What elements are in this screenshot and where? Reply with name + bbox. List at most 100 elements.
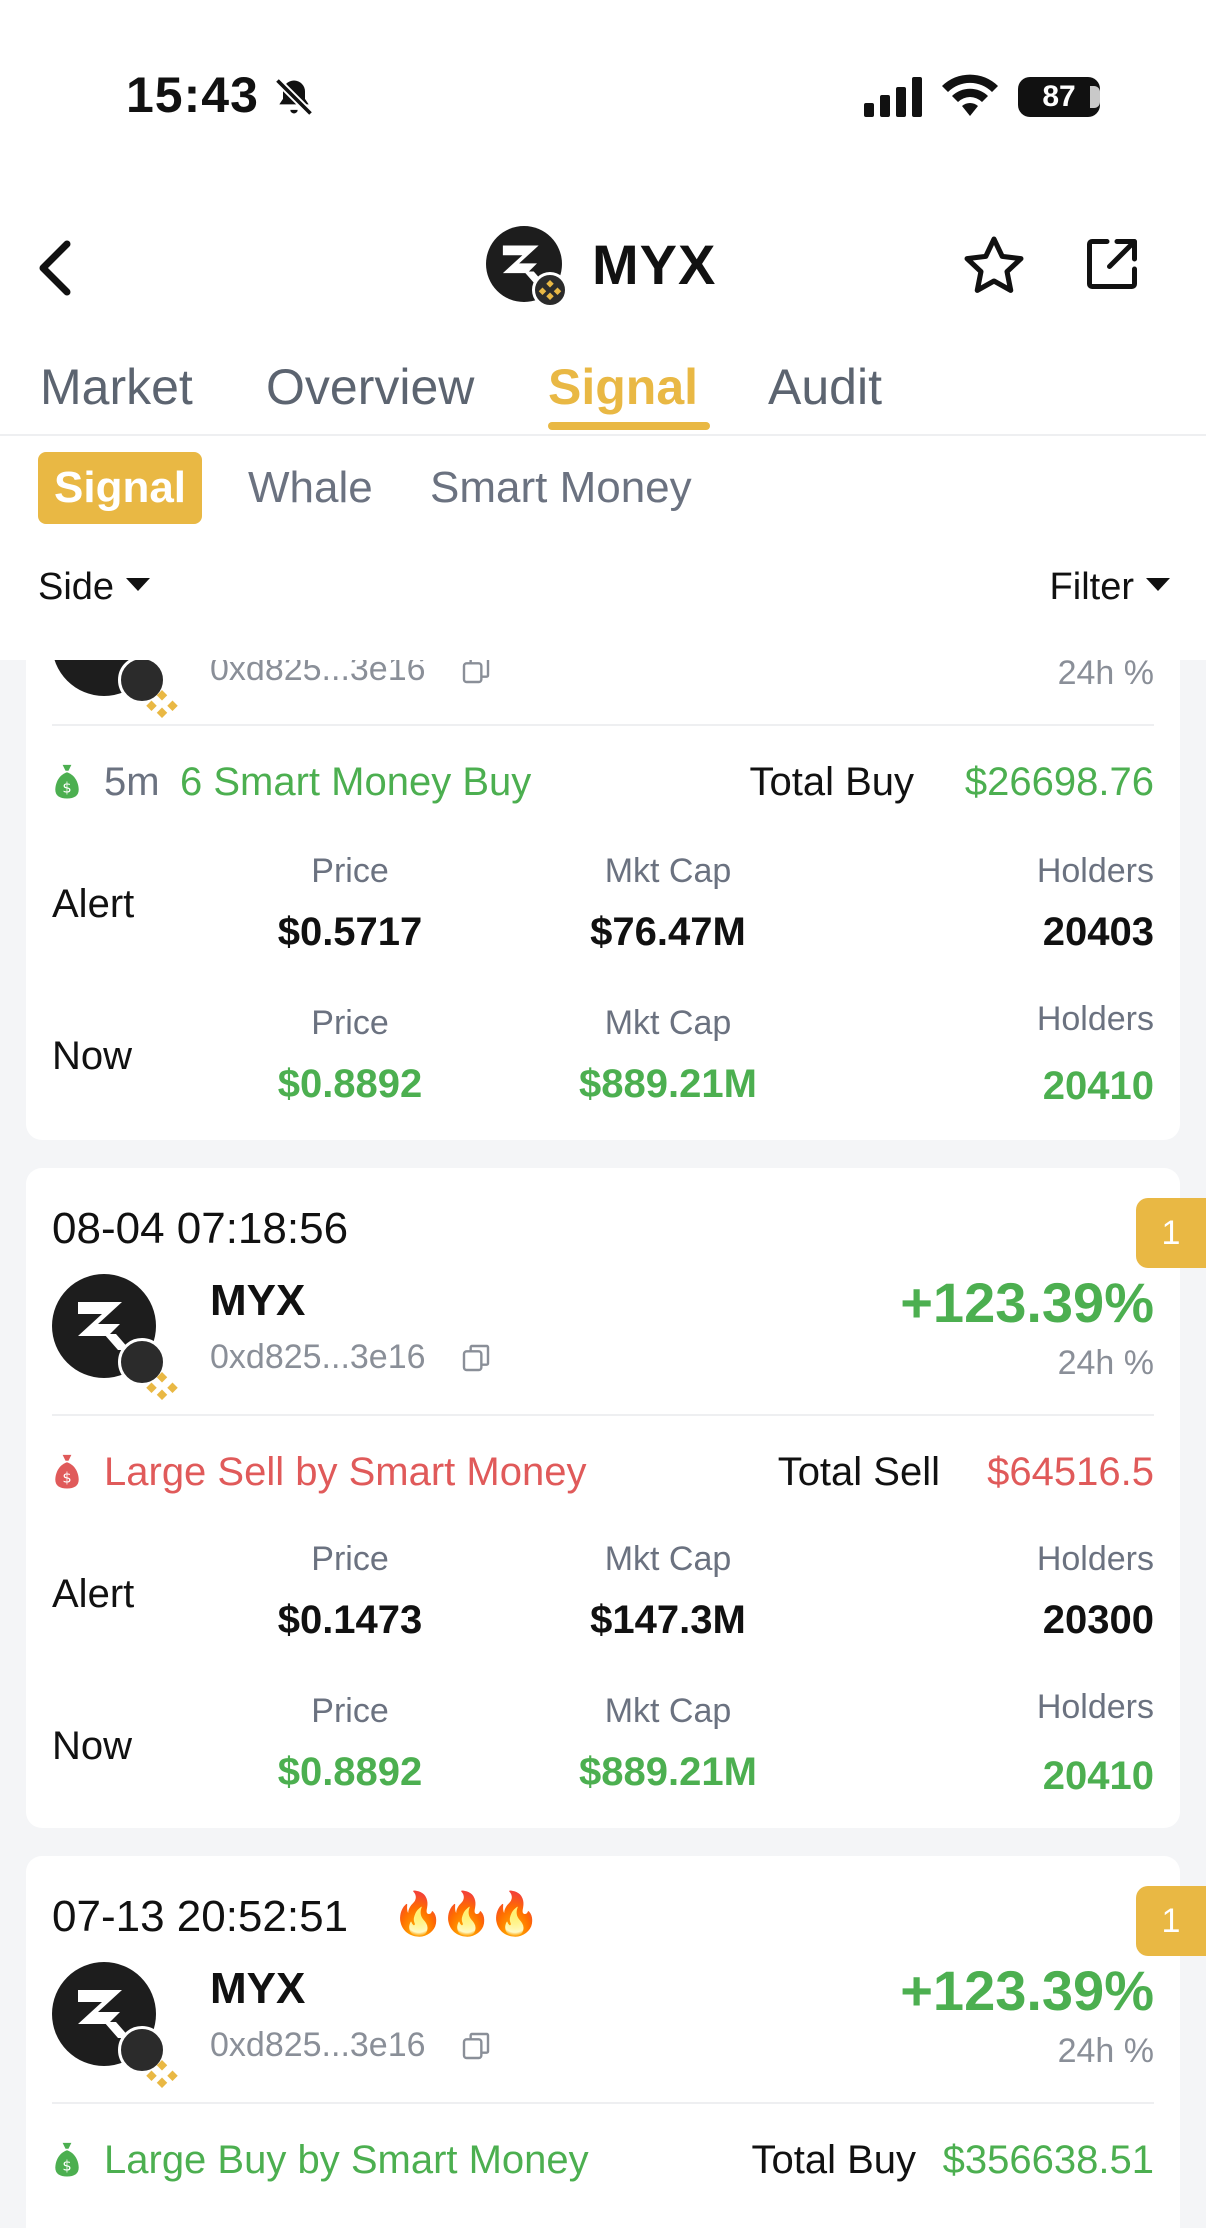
mkt-cap-header: Mkt Cap (604, 852, 732, 890)
token-address: 0xd825...3e16 (210, 2026, 426, 2064)
price-header: Price (311, 1004, 389, 1042)
cellular-signal-icon (864, 77, 922, 117)
holders-header: Holders (1036, 1688, 1154, 1726)
tab-audit[interactable]: Audit (768, 358, 882, 416)
signal-card[interactable]: 07-13 20:52:51 🔥 🔥 🔥 MYX 0xd825...3e16 +… (26, 1856, 1180, 2228)
rank-badge: 1 (1136, 1198, 1206, 1268)
fire-icon: 🔥 (392, 1890, 445, 1937)
filter-label: Filter (1049, 566, 1134, 608)
caret-down-icon (126, 578, 151, 592)
filter-dropdown[interactable]: Filter (1050, 566, 1170, 609)
alert-holders: 20300 (1042, 1598, 1154, 1642)
change-percent: +123.39% (900, 1959, 1154, 2022)
wifi-icon (942, 74, 998, 116)
token-logo (52, 1274, 178, 1400)
tab-overview[interactable]: Overview (266, 358, 474, 416)
signal-timestamp: 08-04 07:18:56 (52, 1204, 349, 1253)
bnb-chain-icon (532, 272, 568, 308)
total-label: Total Sell (777, 1450, 940, 1494)
alert-mkt-cap: $147.3M (590, 1598, 746, 1642)
alert-holders: 20403 (1042, 910, 1154, 954)
chip-signal[interactable]: Signal (38, 452, 203, 524)
change-label: 24h % (1057, 2032, 1154, 2070)
token-logo (52, 1962, 178, 2088)
holders-header: Holders (1036, 1540, 1154, 1578)
caret-down-icon (1146, 578, 1170, 592)
bnb-chain-icon (118, 1338, 178, 1400)
back-chevron-icon[interactable] (30, 238, 80, 298)
alert-label: Alert (52, 882, 135, 926)
mkt-cap-header: Mkt Cap (604, 1540, 732, 1578)
event-description: 6 Smart Money Buy (180, 760, 532, 804)
star-icon[interactable] (960, 232, 1028, 300)
battery-tip (1090, 86, 1100, 108)
filter-bar: Side Filter (0, 556, 1206, 626)
total-value: $26698.76 (964, 760, 1154, 804)
now-mkt-cap: $889.21M (579, 1062, 757, 1106)
fire-icon: 🔥 (488, 1890, 541, 1937)
active-tab-indicator (548, 422, 710, 430)
chip-smart-money[interactable]: Smart Money (430, 452, 692, 524)
side-label: Side (38, 566, 115, 608)
holders-header: Holders (1036, 852, 1154, 890)
copy-icon[interactable] (460, 2030, 492, 2062)
tab-market[interactable]: Market (40, 358, 193, 416)
main-tabs: Market Overview Signal Audit (0, 350, 1206, 436)
signal-timestamp: 07-13 20:52:51 (52, 1892, 349, 1941)
svg-text:$: $ (62, 2158, 71, 2175)
now-mkt-cap: $889.21M (579, 1750, 757, 1794)
tab-signal[interactable]: Signal (548, 358, 698, 416)
token-symbol: MYX (210, 1276, 306, 1325)
total-value: $356638.51 (942, 2138, 1154, 2182)
price-header: Price (311, 852, 389, 890)
bell-muted-icon (274, 77, 314, 117)
mkt-cap-header: Mkt Cap (604, 1692, 732, 1730)
divider (52, 2102, 1154, 2104)
nav-bar: MYX (0, 210, 1206, 320)
token-logo (486, 226, 568, 308)
header: 15:43 87 MYX Market Overview Signal Audi… (0, 0, 1206, 660)
price-header: Price (311, 1540, 389, 1578)
holders-header: Holders (1036, 1000, 1154, 1038)
now-holders: 20410 (1042, 1064, 1154, 1108)
svg-text:$: $ (62, 780, 71, 797)
copy-icon[interactable] (460, 1342, 492, 1374)
now-label: Now (52, 1724, 133, 1768)
total-label: Total Buy (751, 2138, 916, 2182)
chip-whale[interactable]: Whale (248, 452, 373, 524)
total-value: $64516.5 (987, 1450, 1154, 1494)
alert-label: Alert (52, 1572, 135, 1616)
now-price: $0.8892 (277, 1750, 423, 1794)
now-holders: 20410 (1042, 1754, 1154, 1798)
event-description: Large Sell by Smart Money (104, 1450, 587, 1494)
price-header: Price (311, 1692, 389, 1730)
money-bag-icon: $ (55, 764, 79, 799)
alert-mkt-cap: $76.47M (590, 910, 746, 954)
alert-price: $0.5717 (277, 910, 423, 954)
now-price: $0.8892 (277, 1062, 423, 1106)
event-time: 5m (104, 760, 160, 804)
money-bag-icon: $ (55, 2142, 79, 2177)
total-label: Total Buy (749, 760, 914, 804)
sub-tabs: Signal Whale Smart Money (0, 450, 1206, 530)
money-bag-icon: $ (55, 1454, 79, 1489)
divider (52, 1414, 1154, 1416)
alert-price: $0.1473 (277, 1598, 423, 1642)
fire-icon: 🔥 (440, 1890, 493, 1937)
svg-text:$: $ (62, 1470, 71, 1487)
rank-badge: 1 (1136, 1886, 1206, 1956)
change-percent: +123.39% (900, 1271, 1154, 1334)
side-dropdown[interactable]: Side (38, 566, 151, 609)
divider (52, 724, 1154, 726)
bnb-chain-icon (118, 2026, 178, 2088)
mkt-cap-header: Mkt Cap (604, 1004, 732, 1042)
signal-card[interactable]: 0xd825...3e16 24h % $ 5m 6 Smart Money B… (26, 592, 1180, 1140)
now-label: Now (52, 1034, 133, 1078)
share-icon[interactable] (1082, 234, 1142, 294)
signal-card[interactable]: 08-04 07:18:56 MYX 0xd825...3e16 +123.39… (26, 1168, 1180, 1828)
page-title: MYX (592, 233, 717, 296)
token-address: 0xd825...3e16 (210, 1338, 426, 1376)
battery-level: 87 (1018, 77, 1100, 117)
status-bar: 15:43 87 (0, 0, 1206, 200)
token-symbol: MYX (210, 1964, 306, 2013)
